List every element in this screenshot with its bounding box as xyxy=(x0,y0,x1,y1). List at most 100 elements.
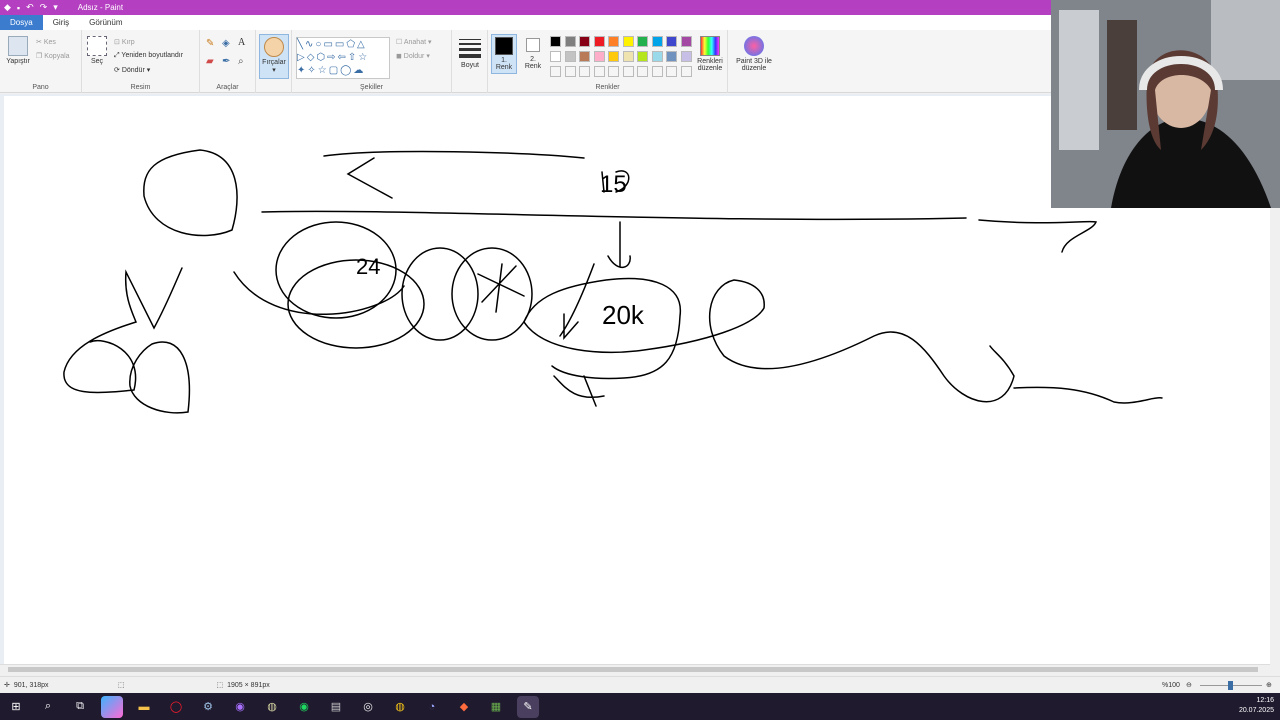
group-label-tools: Araçlar xyxy=(216,84,239,91)
brushes-button[interactable]: Fırçalar ▾ xyxy=(259,34,289,79)
obs-icon[interactable]: ◎ xyxy=(357,696,379,718)
discord-icon[interactable]: ◔ xyxy=(421,696,443,718)
search-icon[interactable]: ⌕ xyxy=(37,696,59,718)
spotify-icon[interactable]: ◉ xyxy=(293,696,315,718)
size-button[interactable]: Boyut xyxy=(456,36,484,69)
palette-swatch[interactable] xyxy=(622,36,634,47)
system-tray-clock[interactable]: 12:16 20.07.2025 xyxy=(1239,696,1274,716)
palette-swatch[interactable] xyxy=(637,36,648,47)
horizontal-scroll-thumb[interactable] xyxy=(8,667,1258,672)
zoom-slider-thumb[interactable] xyxy=(1228,681,1233,690)
color2-button[interactable]: 2. Renk xyxy=(520,36,546,70)
palette-custom-swatch[interactable] xyxy=(593,66,605,77)
edit-colors-button[interactable]: Renkleri düzenle xyxy=(694,36,726,72)
palette-swatch[interactable] xyxy=(579,36,590,47)
magnifier-icon[interactable]: ⌕ xyxy=(238,56,244,67)
chrome-icon[interactable]: ◍ xyxy=(389,696,411,718)
task-view-icon[interactable]: ⧉ xyxy=(69,696,91,718)
horizontal-scrollbar[interactable] xyxy=(0,664,1270,674)
palette-swatch[interactable] xyxy=(680,36,692,47)
minecraft-icon[interactable]: ▦ xyxy=(485,696,507,718)
tab-home[interactable]: Giriş xyxy=(43,15,79,30)
group-label-colors: Renkler xyxy=(595,84,620,91)
resize-button[interactable]: ⤢ Yeniden boyutlandır xyxy=(114,52,183,60)
palette-swatch[interactable] xyxy=(637,51,648,62)
palette-swatch[interactable] xyxy=(564,36,576,47)
palette-swatch[interactable] xyxy=(579,51,590,62)
photos-icon[interactable]: ◆ xyxy=(453,696,475,718)
palette-custom-swatch[interactable] xyxy=(608,66,619,77)
color1-button[interactable]: 1. Renk xyxy=(491,34,517,74)
undo-icon[interactable]: ↶ xyxy=(26,2,34,13)
palette-swatch[interactable] xyxy=(622,51,634,62)
brushes-label: Fırçalar xyxy=(262,59,286,66)
paint3d-button[interactable]: Paint 3D ile düzenle xyxy=(730,36,778,72)
palette-swatch[interactable] xyxy=(680,51,692,62)
palette-custom-swatch[interactable] xyxy=(564,66,576,77)
status-bar: ✛ 901, 318px ⬚ ⬚ 1905 × 891px %100 ⊖ ⊕ xyxy=(0,676,1280,693)
webcam-overlay xyxy=(1051,0,1280,208)
zoom-level: %100 xyxy=(1162,681,1180,689)
eraser-icon[interactable]: ▰ xyxy=(206,56,214,67)
palette-swatch[interactable] xyxy=(651,36,663,47)
palette-custom-swatch[interactable] xyxy=(622,66,634,77)
windows-start-icon[interactable]: ⊞ xyxy=(5,696,27,718)
paste-button[interactable]: Yapıştır xyxy=(4,36,32,65)
file-explorer-icon[interactable]: ▬ xyxy=(133,696,155,718)
palette-swatch[interactable] xyxy=(564,51,576,62)
fill-button[interactable]: ◼ Doldur ▾ xyxy=(396,52,430,60)
zoom-in-icon[interactable]: ⊕ xyxy=(1266,681,1272,689)
group-size: Boyut xyxy=(452,30,488,93)
palette-swatch[interactable] xyxy=(593,36,605,47)
window-title: Adsız - Paint xyxy=(77,3,124,12)
twitch-app-icon[interactable]: ◉ xyxy=(229,696,251,718)
group-label-shapes: Şekiller xyxy=(360,84,383,91)
palette-custom-swatch[interactable] xyxy=(550,66,561,77)
color1-swatch xyxy=(495,37,513,55)
canvas-size: 1905 × 891px xyxy=(227,681,270,689)
crop-button[interactable]: ⊡ Kırp xyxy=(114,38,135,46)
palette-swatch[interactable] xyxy=(550,36,561,47)
palette-swatch[interactable] xyxy=(608,51,619,62)
app-icon[interactable]: ▤ xyxy=(325,696,347,718)
shapes-gallery[interactable]: ╲∿○▭▭⬠△ ▷◇⬡⇨⇦⇧☆ ✦✧☆▢◯☁ xyxy=(296,37,390,79)
outline-button[interactable]: ☐ Anahat ▾ xyxy=(396,38,432,46)
redo-icon[interactable]: ↷ xyxy=(40,2,48,13)
palette-custom-swatch[interactable] xyxy=(680,66,692,77)
paint-taskbar-icon[interactable]: ✎ xyxy=(517,695,539,718)
select-button[interactable]: Seç xyxy=(86,36,108,65)
edit-colors-label-line1: Renkleri xyxy=(697,58,723,65)
pencil-icon[interactable]: ✎ xyxy=(206,38,214,49)
palette-custom-swatch[interactable] xyxy=(579,66,590,77)
palette-swatch[interactable] xyxy=(608,36,619,47)
group-label-image: Resim xyxy=(130,84,151,91)
fill-bucket-icon[interactable]: ◈ xyxy=(222,38,230,49)
color-wheel-icon xyxy=(700,36,720,56)
opera-icon[interactable]: ◯ xyxy=(165,696,187,718)
palette-swatch[interactable] xyxy=(651,51,663,62)
xbox-icon[interactable]: ◍ xyxy=(261,696,283,718)
palette-custom-swatch[interactable] xyxy=(666,66,677,77)
paint-app-icon: ◆ xyxy=(4,2,11,12)
palette-swatch[interactable] xyxy=(666,51,677,62)
palette-custom-swatch[interactable] xyxy=(651,66,663,77)
copilot-icon[interactable] xyxy=(101,695,123,718)
cut-button[interactable]: ✂ Kes xyxy=(36,38,56,46)
tab-view[interactable]: Görünüm xyxy=(79,15,132,30)
palette-swatch[interactable] xyxy=(593,51,605,62)
palette-swatch[interactable] xyxy=(666,36,677,47)
rotate-button[interactable]: ⟳ Döndür ▾ xyxy=(114,66,150,74)
color-picker-icon[interactable]: ✒ xyxy=(222,56,230,67)
steam-icon[interactable]: ⚙ xyxy=(197,696,219,718)
customize-dropdown-icon[interactable]: ▾ xyxy=(53,2,58,13)
copy-button[interactable]: ❐ Kopyala xyxy=(36,52,70,60)
text-tool-icon[interactable]: A xyxy=(238,37,245,48)
select-label: Seç xyxy=(90,58,104,65)
group-brushes: Fırçalar ▾ xyxy=(256,30,292,93)
zoom-slider[interactable] xyxy=(1200,681,1262,690)
save-icon[interactable]: ▪ xyxy=(17,3,20,13)
zoom-out-icon[interactable]: ⊖ xyxy=(1186,681,1192,689)
palette-custom-swatch[interactable] xyxy=(637,66,648,77)
palette-swatch[interactable] xyxy=(550,51,561,62)
tab-file[interactable]: Dosya xyxy=(0,15,43,30)
